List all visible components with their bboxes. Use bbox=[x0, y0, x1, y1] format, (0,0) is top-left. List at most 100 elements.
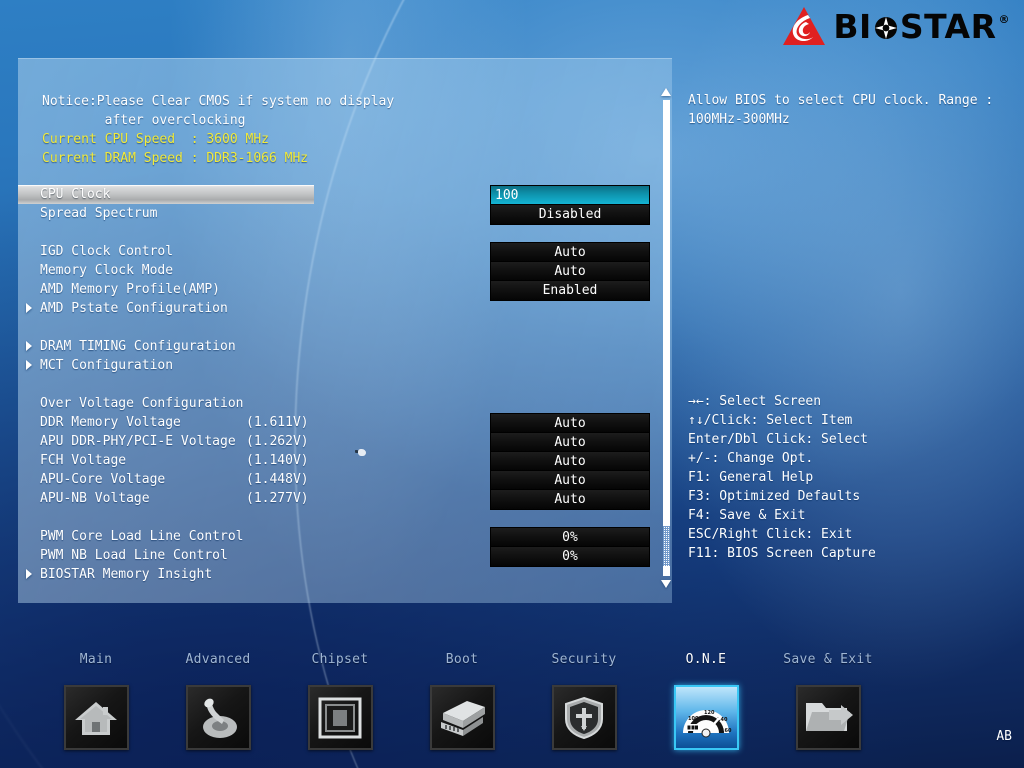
notice-line-2: after overclocking bbox=[42, 113, 246, 128]
settings-value[interactable]: Auto bbox=[491, 433, 649, 452]
corner-label: AB bbox=[996, 729, 1012, 744]
settings-row-label: BIOSTAR Memory Insight bbox=[40, 567, 213, 582]
scroll-up-arrow-icon[interactable] bbox=[661, 88, 671, 96]
nav-tab-security[interactable]: Security bbox=[524, 652, 644, 750]
notice-block: Notice:Please Clear CMOS if system no di… bbox=[42, 92, 394, 168]
settings-value[interactable]: Auto bbox=[491, 452, 649, 471]
settings-row[interactable]: CPU Clock bbox=[18, 185, 314, 204]
settings-value[interactable]: Disabled bbox=[491, 205, 649, 224]
settings-row-label: MCT Configuration bbox=[40, 358, 174, 373]
svg-text:120: 120 bbox=[704, 710, 715, 716]
keyboard-legend-line: F4: Save & Exit bbox=[688, 508, 806, 523]
settings-row[interactable]: PWM Core Load Line Control bbox=[18, 527, 488, 546]
settings-row-label: DRAM TIMING Configuration bbox=[40, 339, 236, 354]
current-dram-speed: Current DRAM Speed : DDR3-1066 MHz bbox=[42, 151, 309, 166]
biostar-logo: BI STAR ® bbox=[782, 5, 1010, 47]
notice-line-1: Notice:Please Clear CMOS if system no di… bbox=[42, 94, 395, 109]
folder-exit-icon-glyph bbox=[798, 687, 859, 748]
settings-value[interactable]: Auto bbox=[491, 490, 649, 509]
submenu-arrow-icon bbox=[26, 303, 32, 313]
scrollbar-thumb[interactable] bbox=[663, 526, 670, 566]
settings-row[interactable]: DDR Memory Voltage (1.611V) bbox=[18, 413, 488, 432]
value-group: 100 Disabled bbox=[490, 185, 650, 225]
settings-row-label: APU-NB Voltage bbox=[40, 491, 150, 506]
settings-value[interactable]: 100 bbox=[491, 186, 649, 205]
settings-value[interactable]: Auto bbox=[491, 471, 649, 490]
settings-row[interactable]: AMD Pstate Configuration bbox=[18, 299, 488, 318]
settings-row[interactable]: Spread Spectrum bbox=[18, 204, 488, 223]
settings-value[interactable]: Auto bbox=[491, 243, 649, 262]
svg-text:100: 100 bbox=[688, 716, 699, 722]
help-description-line-2: 100MHz-300MHz bbox=[688, 112, 790, 127]
settings-row-label: DDR Memory Voltage bbox=[40, 415, 181, 430]
keyboard-legend-line: F1: General Help bbox=[688, 470, 814, 485]
joystick-icon-glyph bbox=[188, 687, 249, 748]
chip-icon[interactable] bbox=[307, 685, 373, 750]
value-group: Auto Auto Auto Auto Auto bbox=[490, 413, 650, 510]
keyboard-legend-line: →←: Select Screen bbox=[688, 394, 822, 409]
biostar-wordmark: BI STAR ® bbox=[833, 6, 1010, 46]
nav-tab-save-exit[interactable]: Save & Exit bbox=[768, 652, 888, 750]
settings-value[interactable]: Enabled bbox=[491, 281, 649, 300]
settings-row[interactable]: APU DDR-PHY/PCI-E Voltage (1.262V) bbox=[18, 432, 488, 451]
home-icon[interactable] bbox=[63, 685, 129, 750]
settings-value[interactable]: 0% bbox=[491, 528, 649, 547]
help-description-line-1: Allow BIOS to select CPU clock. Range : bbox=[688, 93, 994, 108]
settings-row-label: AMD Memory Profile(AMP) bbox=[40, 282, 221, 297]
settings-row[interactable]: AMD Memory Profile(AMP) bbox=[18, 280, 488, 299]
settings-row-label: PWM Core Load Line Control bbox=[40, 529, 244, 544]
settings-item-list: CPU Clock Spread Spectrum IGD Clock Contro… bbox=[18, 185, 488, 584]
registered-mark: ® bbox=[998, 12, 1010, 26]
nav-tab-label: Advanced bbox=[185, 652, 251, 667]
settings-scrollbar[interactable] bbox=[660, 88, 672, 588]
settings-value[interactable]: 0% bbox=[491, 547, 649, 566]
bottom-navigation: Main Advanced Chipset Boot Security O.N.… bbox=[0, 618, 1024, 768]
bios-settings-panel: Notice:Please Clear CMOS if system no di… bbox=[18, 58, 672, 603]
settings-row[interactable]: DRAM TIMING Configuration bbox=[18, 337, 488, 356]
nav-tab-main[interactable]: Main bbox=[36, 652, 156, 750]
settings-row-voltage: (1.262V) bbox=[246, 434, 309, 449]
shield-icon-glyph bbox=[554, 687, 615, 748]
settings-row-label: Over Voltage Configuration bbox=[40, 396, 244, 411]
settings-row[interactable]: Over Voltage Configuration bbox=[18, 394, 488, 413]
settings-row-voltage: (1.448V) bbox=[246, 472, 309, 487]
nav-tab-o-n-e[interactable]: O.N.E 100 120 140 160 bbox=[646, 652, 766, 750]
keyboard-legend-line: F11: BIOS Screen Capture bbox=[688, 546, 876, 561]
nav-tab-label: Main bbox=[79, 652, 113, 667]
settings-value[interactable]: Auto bbox=[491, 414, 649, 433]
nav-tab-label: Boot bbox=[445, 652, 479, 667]
folder-exit-icon[interactable] bbox=[795, 685, 861, 750]
scrollbar-track[interactable] bbox=[663, 100, 670, 576]
settings-row-label: CPU Clock bbox=[40, 187, 111, 202]
nav-tab-chipset[interactable]: Chipset bbox=[280, 652, 400, 750]
shield-icon[interactable] bbox=[551, 685, 617, 750]
current-cpu-speed: Current CPU Speed : 3600 MHz bbox=[42, 132, 269, 147]
speedometer-icon[interactable]: 100 120 140 160 bbox=[673, 685, 739, 750]
settings-row[interactable]: PWM NB Load Line Control bbox=[18, 546, 488, 565]
settings-row[interactable]: BIOSTAR Memory Insight bbox=[18, 565, 488, 584]
settings-row[interactable]: Memory Clock Mode bbox=[18, 261, 488, 280]
keyboard-legend: →←: Select Screen ↑↓/Click: Select Item En… bbox=[688, 392, 876, 563]
svg-text:160: 160 bbox=[721, 728, 732, 734]
help-description: Allow BIOS to select CPU clock. Range : … bbox=[688, 91, 1018, 129]
keyboard-legend-line: ↑↓/Click: Select Item bbox=[688, 413, 853, 428]
settings-row[interactable]: APU-Core Voltage (1.448V) bbox=[18, 470, 488, 489]
keyboard-legend-line: F3: Optimized Defaults bbox=[688, 489, 861, 504]
settings-row[interactable]: MCT Configuration bbox=[18, 356, 488, 375]
settings-row-label: APU-Core Voltage bbox=[40, 472, 166, 487]
settings-row[interactable]: IGD Clock Control bbox=[18, 242, 488, 261]
settings-row[interactable]: FCH Voltage (1.140V) bbox=[18, 451, 488, 470]
nav-tab-label: Save & Exit bbox=[783, 652, 873, 667]
harddrive-icon[interactable] bbox=[429, 685, 495, 750]
joystick-icon[interactable] bbox=[185, 685, 251, 750]
biostar-o-glyph bbox=[873, 13, 899, 39]
nav-tab-label: Security bbox=[551, 652, 617, 667]
settings-value[interactable]: Auto bbox=[491, 262, 649, 281]
settings-row[interactable]: APU-NB Voltage (1.277V) bbox=[18, 489, 488, 508]
nav-tab-advanced[interactable]: Advanced bbox=[158, 652, 278, 750]
scroll-down-arrow-icon[interactable] bbox=[661, 580, 671, 588]
nav-tab-boot[interactable]: Boot bbox=[402, 652, 522, 750]
